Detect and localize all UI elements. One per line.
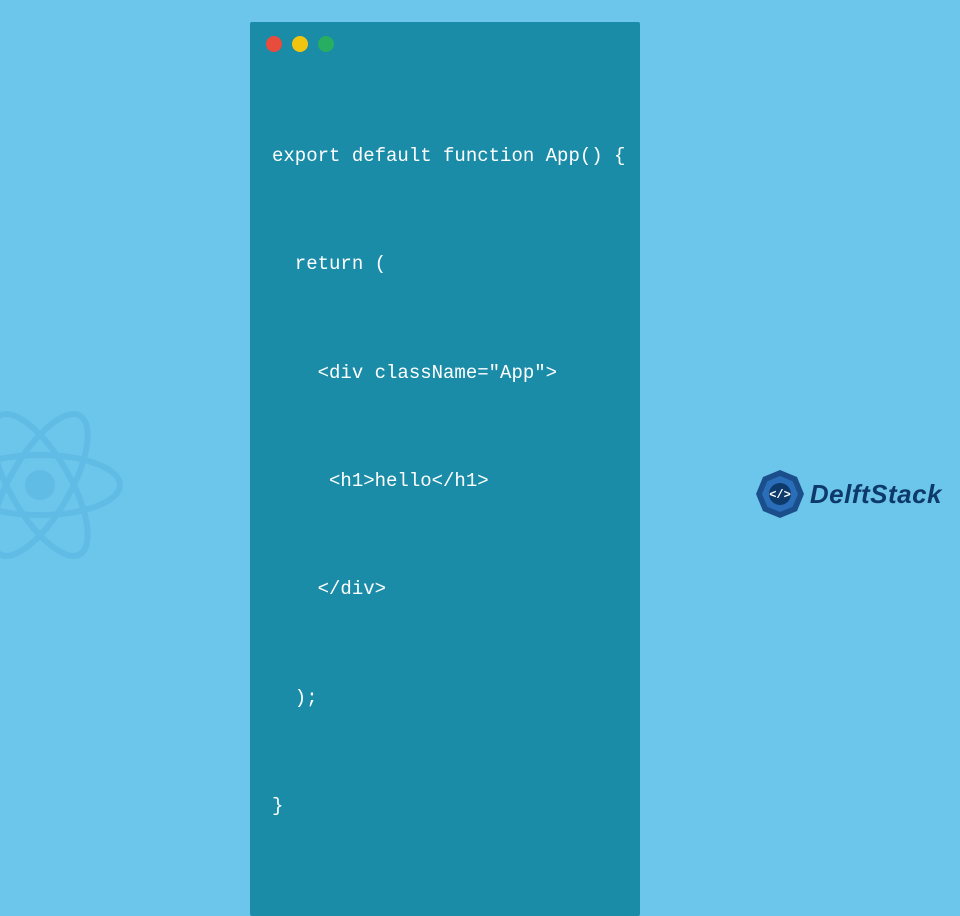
code-block: export default function App() { return (… [250,60,640,902]
code-line: export default function App() { [272,138,618,174]
brand-logo: </> DelftStack [754,468,942,520]
code-line: return ( [272,246,618,282]
code-line: <h1>hello</h1> [272,463,618,499]
code-line: </div> [272,571,618,607]
code-line: } [272,788,618,824]
window-title-bar [250,22,640,60]
minimize-icon[interactable] [292,36,308,52]
code-line: <div className="App"> [272,355,618,391]
code-line: ); [272,680,618,716]
svg-text:</>: </> [769,488,791,502]
brand-name: DelftStack [810,479,942,510]
code-window: export default function App() { return (… [250,22,640,916]
close-icon[interactable] [266,36,282,52]
react-atom-decoration [0,385,140,590]
delftstack-logo-icon: </> [754,468,806,520]
maximize-icon[interactable] [318,36,334,52]
